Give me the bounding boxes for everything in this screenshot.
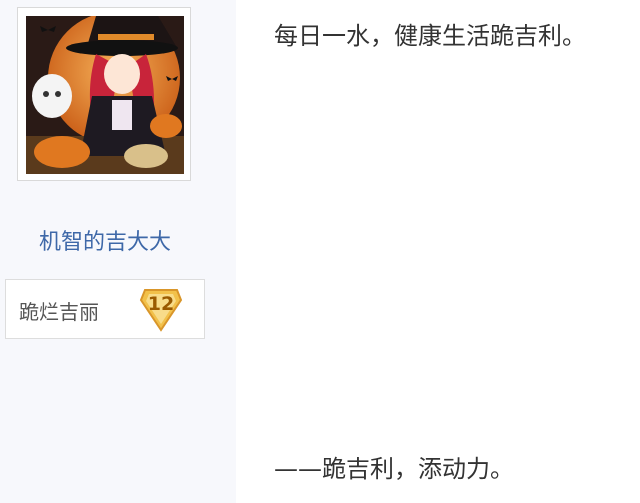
member-badge[interactable]: 跪烂吉丽 12 — [5, 279, 205, 339]
avatar-frame[interactable] — [17, 7, 191, 181]
author-username-link[interactable]: 机智的吉大大 — [0, 224, 210, 256]
badge-title: 跪烂吉丽 — [19, 300, 99, 324]
post-text-line-2: ——跪吉利，添动力。 — [274, 455, 514, 483]
avatar-illustration — [26, 16, 184, 174]
author-sidebar: 机智的吉大大 跪烂吉丽 12 — [0, 0, 236, 503]
post-page: 机智的吉大大 跪烂吉丽 12 每日一水，健康生活跪吉利。 ——跪吉利，添动力。 — [0, 0, 640, 503]
avatar[interactable] — [26, 16, 184, 174]
level-number: 12 — [147, 293, 175, 315]
level-badge-icon: 12 — [139, 286, 183, 332]
post-text-line-1: 每日一水，健康生活跪吉利。 — [274, 22, 586, 50]
